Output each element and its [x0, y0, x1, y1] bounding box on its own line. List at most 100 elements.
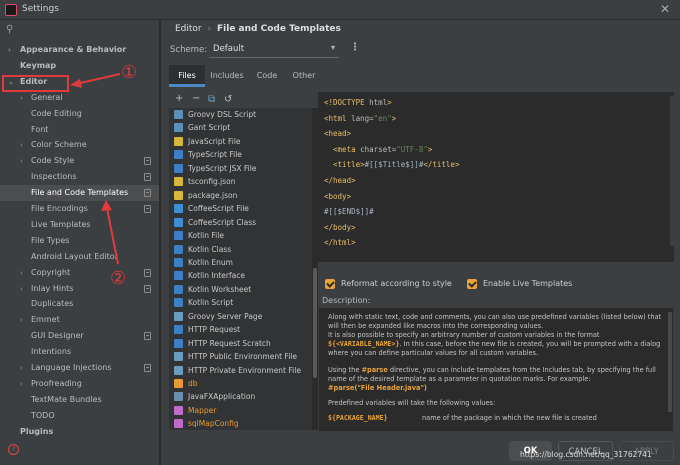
- reformat-label[interactable]: Reformat according to style: [341, 279, 452, 288]
- template-editor[interactable]: <!DOCTYPE html> <html lang="en"> <head> <m…: [318, 92, 674, 262]
- template-list-item[interactable]: HTTP Private Environment File: [169, 364, 305, 377]
- remove-icon[interactable]: −: [192, 93, 200, 104]
- code-token: >: [391, 113, 397, 123]
- file-type-icon: [174, 190, 183, 200]
- template-list-item[interactable]: Kotlin Interface: [169, 269, 305, 282]
- code-line: </html>: [324, 238, 356, 247]
- template-list-item[interactable]: HTTP Request: [169, 323, 305, 336]
- file-type-icon: [174, 217, 183, 227]
- code-token: "en": [373, 113, 392, 123]
- template-name: HTTP Request: [188, 325, 241, 335]
- scheme-value: Default: [213, 44, 245, 54]
- file-type-icon: [174, 204, 183, 214]
- file-type-icon: [174, 325, 183, 335]
- template-list-item[interactable]: HTTP Request Scratch: [169, 337, 305, 350]
- template-name: Kotlin Worksheet: [188, 284, 252, 294]
- code-token: </body>: [324, 222, 356, 232]
- chevron-down-icon: ▾: [330, 43, 335, 52]
- template-list-item[interactable]: Groovy Server Page: [169, 310, 305, 323]
- template-name: Groovy DSL Script: [188, 110, 257, 119]
- help-icon[interactable]: ?: [8, 444, 19, 455]
- variable-name: ${PACKAGE_NAME}: [328, 414, 388, 422]
- template-name: JavaScript File: [188, 136, 241, 146]
- template-list-item[interactable]: Kotlin Worksheet: [169, 283, 305, 296]
- live-templates-checkbox[interactable]: [467, 279, 477, 289]
- breadcrumb-parent[interactable]: Editor: [175, 24, 202, 34]
- file-type-icon: [174, 379, 183, 388]
- template-name: TypeScript File: [188, 150, 242, 160]
- description-p3: Using the #parse directive, you can incl…: [328, 366, 670, 384]
- template-name: Gant Script: [188, 123, 231, 133]
- code-token: <title>: [324, 160, 365, 170]
- file-type-icon: [174, 136, 183, 146]
- template-name: Groovy Server Page: [188, 311, 263, 321]
- editor-scrollbar[interactable]: [670, 96, 674, 246]
- copy-icon[interactable]: ⧉: [208, 94, 215, 105]
- file-type-icon: [174, 257, 183, 267]
- description-p2-text: It is also possible to specify an arbitr…: [328, 331, 600, 339]
- template-list-item[interactable]: TypeScript File: [169, 148, 305, 161]
- add-icon[interactable]: +: [175, 93, 183, 104]
- file-type-icon: [174, 177, 183, 187]
- live-templates-label[interactable]: Enable Live Templates: [483, 279, 572, 288]
- template-list-item[interactable]: TypeScript JSX File: [169, 162, 305, 175]
- code-line: </head>: [324, 176, 356, 185]
- template-list-item[interactable]: Kotlin Script: [169, 296, 305, 309]
- template-list-item[interactable]: Mapper: [169, 404, 305, 417]
- template-list-item[interactable]: CoffeeScript Class: [169, 216, 305, 229]
- file-type-icon: [174, 163, 183, 173]
- reset-icon[interactable]: ↺: [224, 94, 232, 105]
- template-name: Mapper: [188, 405, 217, 415]
- tab-includes[interactable]: Includes: [207, 65, 247, 87]
- template-list-item[interactable]: tsconfig.json: [169, 175, 305, 188]
- code-line: <!DOCTYPE html>: [324, 98, 392, 107]
- description-scrollbar[interactable]: [668, 312, 672, 412]
- template-list-item[interactable]: sqlMapConfig: [169, 417, 305, 430]
- code-token: <meta: [324, 144, 361, 154]
- scrollbar-thumb[interactable]: [313, 268, 317, 378]
- template-list-item[interactable]: JavaFXApplication: [169, 390, 305, 403]
- tab-files[interactable]: Files: [169, 65, 205, 87]
- code-line: <body>: [324, 192, 351, 201]
- template-list-item[interactable]: JavaScript File: [169, 135, 305, 148]
- file-type-icon: [174, 284, 183, 294]
- template-list-item[interactable]: HTTP Public Environment File: [169, 350, 305, 363]
- more-options-icon[interactable]: ⋮: [350, 42, 360, 53]
- template-name: Kotlin Class: [188, 244, 232, 254]
- template-list-item[interactable]: package.json: [169, 189, 305, 202]
- template-name: HTTP Public Environment File: [188, 352, 297, 362]
- tab-other[interactable]: Other: [287, 65, 321, 87]
- template-list-item[interactable]: Gant Script: [169, 121, 305, 134]
- breadcrumb: Editor › File and Code Templates: [175, 24, 341, 34]
- template-name: HTTP Request Scratch: [188, 338, 271, 348]
- template-name: Kotlin File: [188, 231, 224, 241]
- file-type-icon: [174, 231, 183, 241]
- template-name: CoffeeScript File: [188, 204, 249, 214]
- code-token: >: [427, 144, 433, 154]
- editor-divider: [318, 262, 674, 263]
- code-token: "UTF-8": [396, 144, 428, 154]
- template-list-item[interactable]: Kotlin Class: [169, 243, 305, 256]
- code-token: charset=: [360, 144, 397, 154]
- code-token: </html>: [324, 238, 356, 248]
- template-list-item[interactable]: Groovy DSL Script: [169, 108, 305, 121]
- file-type-icon: [174, 110, 183, 119]
- template-name: Kotlin Script: [188, 298, 234, 308]
- file-type-icon: [174, 271, 183, 281]
- template-list-item[interactable]: Kotlin File: [169, 229, 305, 242]
- breadcrumb-separator: ›: [207, 24, 212, 34]
- file-type-icon: [174, 123, 183, 133]
- template-name: sqlMapConfig: [188, 419, 239, 429]
- template-list-item[interactable]: CoffeeScript File: [169, 202, 305, 215]
- template-list-item[interactable]: db: [169, 377, 305, 390]
- scheme-dropdown[interactable]: Default ▾: [209, 41, 339, 58]
- file-type-icon: [174, 244, 183, 254]
- reformat-checkbox[interactable]: [325, 279, 335, 289]
- template-name: tsconfig.json: [188, 177, 236, 187]
- template-list-item[interactable]: Kotlin Enum: [169, 256, 305, 269]
- code-token: <head>: [324, 129, 352, 139]
- code-token: lang=: [351, 113, 374, 123]
- tab-code[interactable]: Code: [250, 65, 284, 87]
- code-token: <body>: [324, 191, 352, 201]
- code-token: #[[$Title$]]#: [364, 160, 424, 170]
